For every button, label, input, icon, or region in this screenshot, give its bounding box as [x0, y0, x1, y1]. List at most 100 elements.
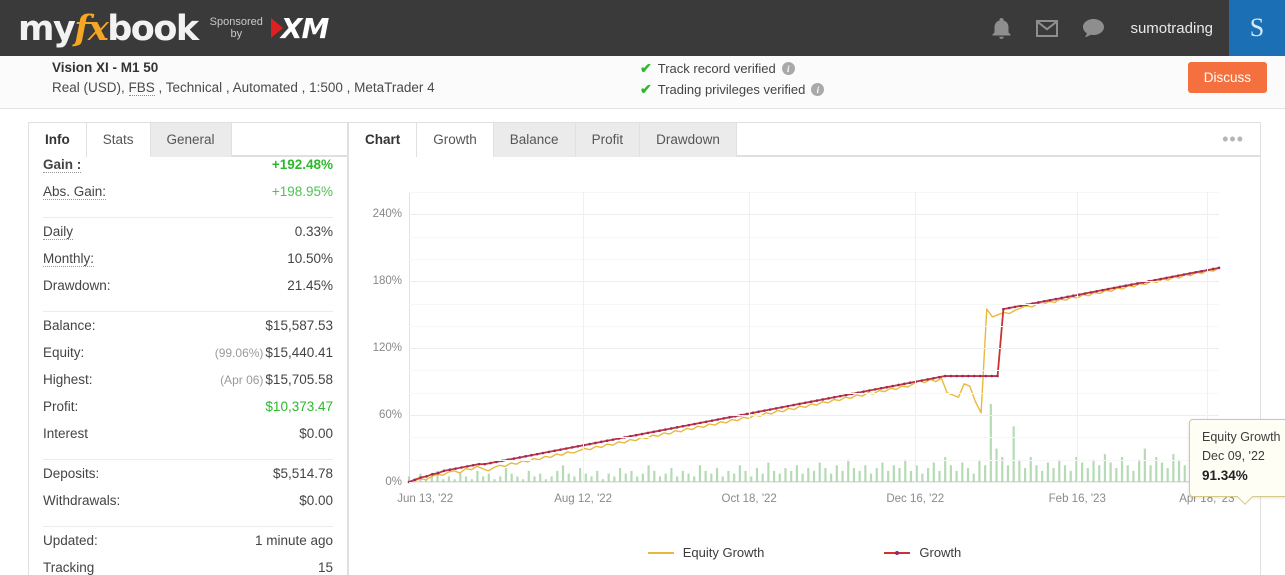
stat-row: Equity: (99.06%) $15,440.41 — [43, 345, 333, 372]
track-record-verified-label: Track record verified — [657, 61, 776, 76]
tab-profit[interactable]: Profit — [575, 123, 641, 157]
navbar-right: sumotrading S — [978, 0, 1285, 56]
account-meta: , Technical , Automated , 1:500 , MetaTr… — [154, 80, 435, 95]
growth-chart: 0% 60% 120% 180% 240% Jun 13, '22 Aug 12, '22 O… — [349, 157, 1285, 575]
sponsored-by-label: Sponsored by — [210, 16, 263, 40]
gridline-horizontal-minor — [409, 437, 1219, 439]
tooltip-value: 91.34% — [1202, 468, 1248, 483]
gridline-horizontal-minor — [409, 303, 1219, 305]
chart-tabs: Chart Growth Balance Profit Drawdown ••• — [349, 123, 1260, 157]
stat-row: Updated: 1 minute ago — [43, 533, 333, 560]
tab-chart[interactable]: Chart — [349, 123, 418, 157]
x-axis-tick-label: Oct 18, '22 — [721, 493, 777, 505]
stats-divider — [43, 526, 333, 527]
gridline-horizontal-minor — [409, 236, 1219, 238]
gridline-horizontal — [409, 348, 1219, 350]
stat-value: 0.33% — [294, 224, 333, 239]
chat-bubble-icon[interactable] — [1070, 0, 1116, 56]
trading-privileges-verified-label: Trading privileges verified — [657, 82, 806, 97]
check-icon: ✔ — [640, 60, 652, 76]
y-axis-tick-label: 120% — [372, 342, 402, 355]
stats-panel: Info Stats General Gain : +192.48% Abs. Ga… — [28, 122, 348, 575]
tab-info[interactable]: Info — [29, 123, 87, 157]
myfxbook-logo[interactable]: myfxbook Sponsored by XM — [18, 7, 329, 49]
stat-value: $0.00 — [299, 493, 333, 508]
tab-balance[interactable]: Balance — [493, 123, 576, 157]
gridline-horizontal-minor — [409, 370, 1219, 372]
stat-value: $5,514.78 — [272, 466, 333, 481]
gridline-horizontal — [409, 482, 1219, 483]
tab-drawdown[interactable]: Drawdown — [640, 123, 737, 157]
stat-label: Drawdown: — [43, 278, 111, 293]
xm-logo[interactable]: XM — [270, 12, 329, 45]
track-record-verified: ✔ Track record verified i — [640, 60, 795, 77]
stat-row: Withdrawals: $0.00 — [43, 493, 333, 520]
legend-swatch-icon — [884, 550, 911, 555]
stat-value: 21.45% — [287, 278, 333, 293]
trading-privileges-verified: ✔ Trading privileges verified i — [640, 81, 825, 98]
x-axis-tick-label: Dec 16, '22 — [886, 493, 945, 505]
stat-label[interactable]: Monthly: — [43, 251, 95, 267]
chart-tabs-filler — [736, 123, 1260, 156]
tab-growth[interactable]: Growth — [417, 123, 494, 157]
tab-general[interactable]: General — [150, 123, 232, 157]
stat-label[interactable]: Daily — [43, 224, 74, 240]
bell-icon[interactable] — [978, 0, 1024, 56]
stat-value: (99.06%) $15,440.41 — [214, 345, 333, 360]
stat-row: Tracking 15 — [43, 560, 333, 575]
stat-value: +198.95% — [271, 184, 333, 199]
stat-row: Balance: $15,587.53 — [43, 318, 333, 345]
by-text: by — [230, 28, 243, 40]
gridline-vertical — [915, 192, 917, 482]
chart-panel: Chart Growth Balance Profit Drawdown •••… — [348, 122, 1285, 575]
envelope-icon[interactable] — [1024, 0, 1070, 56]
stat-label: Balance: — [43, 318, 96, 333]
legend-item[interactable]: Growth — [884, 545, 961, 560]
y-axis-tick-label: 180% — [372, 275, 402, 288]
account-broker[interactable]: FBS — [128, 80, 155, 96]
legend-label: Equity Growth — [682, 545, 765, 560]
gridline-horizontal-minor — [409, 192, 1219, 193]
stat-row: Abs. Gain: +198.95% — [43, 184, 333, 211]
stat-label: Withdrawals: — [43, 493, 121, 508]
stat-label: Highest: — [43, 372, 93, 387]
tab-stats[interactable]: Stats — [86, 123, 151, 157]
gridline-vertical — [749, 192, 751, 482]
legend-label: Growth — [919, 545, 962, 560]
info-icon[interactable]: i — [781, 62, 795, 75]
overflow-menu-icon[interactable]: ••• — [1218, 130, 1248, 148]
chart-legend: Equity Growth Growth — [349, 545, 1260, 560]
avatar[interactable]: S — [1229, 0, 1285, 56]
discuss-button[interactable]: Discuss — [1187, 62, 1267, 93]
y-axis-tick-label: 60% — [378, 409, 402, 422]
stat-label: Interest — [43, 426, 89, 441]
stat-label: Tracking — [43, 560, 95, 575]
legend-item[interactable]: Equity Growth — [647, 545, 765, 560]
stat-value: $0.00 — [299, 426, 333, 441]
stat-label[interactable]: Gain : — [43, 157, 82, 173]
stat-value: $15,587.53 — [265, 318, 333, 333]
stat-label[interactable]: Abs. Gain: — [43, 184, 107, 200]
stat-row: Interest $0.00 — [43, 426, 333, 453]
gridline-vertical — [583, 192, 585, 482]
username-label[interactable]: sumotrading — [1130, 20, 1213, 37]
check-icon: ✔ — [640, 81, 652, 97]
stat-value: 15 — [317, 560, 333, 575]
legend-swatch-icon — [647, 551, 674, 554]
gridline-horizontal — [409, 281, 1219, 283]
stat-row: Highest: (Apr 06) $15,705.58 — [43, 372, 333, 399]
gridline-horizontal-minor — [409, 258, 1219, 260]
account-title: Vision XI - M1 50 — [52, 60, 159, 75]
logo-text: myfxbook — [18, 7, 199, 49]
stat-label: Deposits: — [43, 466, 100, 481]
info-icon[interactable]: i — [811, 83, 825, 96]
stat-value: (Apr 06) $15,705.58 — [220, 372, 333, 387]
stats-divider — [43, 217, 333, 218]
x-axis-tick-label: Feb 16, '23 — [1048, 493, 1106, 505]
chart-plot-area[interactable]: 0% 60% 120% 180% 240% Jun 13, '22 Aug 12, '22 O… — [373, 192, 1234, 505]
account-subtitle: Real (USD), FBS , Technical , Automated … — [52, 80, 435, 96]
sponsored-text: Sponsored — [209, 16, 263, 28]
chart-tooltip: Equity Growth Dec 09, '22 91.34% — [1189, 419, 1285, 497]
logo-fx: fx — [74, 7, 108, 49]
stats-divider — [43, 311, 333, 312]
